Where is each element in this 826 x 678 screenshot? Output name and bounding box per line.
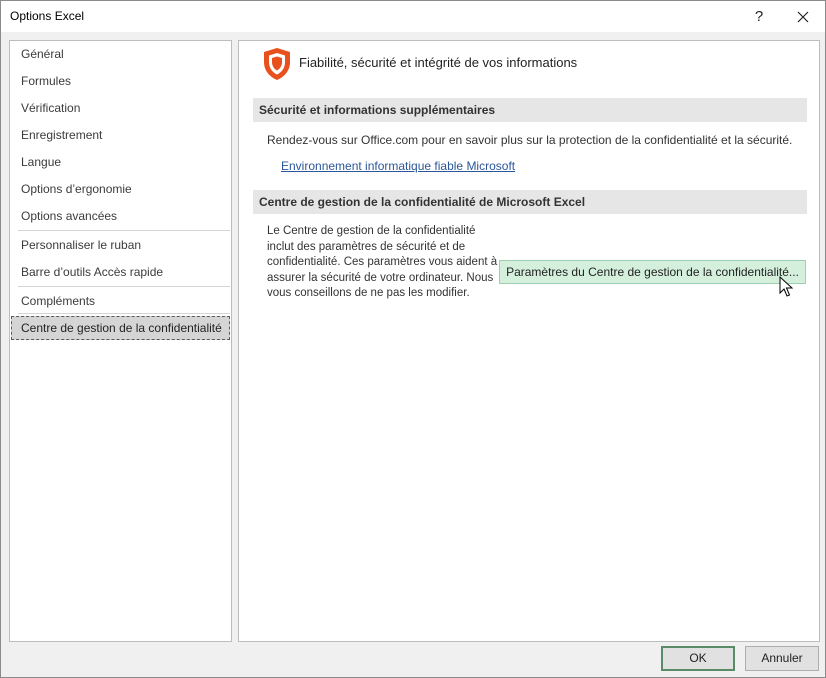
shield-icon — [264, 48, 290, 80]
cancel-button[interactable]: Annuler — [745, 646, 819, 671]
sidebar-item-general[interactable]: Général — [11, 42, 230, 66]
sidebar-item-save[interactable]: Enregistrement — [11, 123, 230, 147]
excel-options-dialog: Options Excel ? Général Formules Vérific… — [0, 0, 826, 678]
section-header-trust-center: Centre de gestion de la confidentialité … — [253, 190, 807, 214]
sidebar-item-ease-of-access[interactable]: Options d’ergonomie — [11, 177, 230, 201]
sidebar-divider — [18, 286, 230, 287]
page-title: Fiabilité, sécurité et intégrité de vos … — [299, 55, 578, 70]
title-bar: Options Excel ? — [1, 1, 825, 32]
sidebar-item-formulas[interactable]: Formules — [11, 69, 230, 93]
window-title: Options Excel — [10, 9, 85, 23]
sidebar-item-advanced[interactable]: Options avancées — [11, 204, 230, 228]
security-info-text: Rendez-vous sur Office.com pour en savoi… — [267, 133, 793, 147]
trustworthy-computing-link[interactable]: Environnement informatique fiable Micros… — [281, 159, 515, 173]
help-button[interactable]: ? — [737, 1, 781, 32]
sidebar-item-quick-access-toolbar[interactable]: Barre d’outils Accès rapide — [11, 260, 230, 284]
sidebar-item-customize-ribbon[interactable]: Personnaliser le ruban — [11, 233, 230, 257]
close-icon — [797, 11, 809, 22]
sidebar-item-proofing[interactable]: Vérification — [11, 96, 230, 120]
trust-center-description: Le Centre de gestion de la confidentiali… — [267, 225, 498, 299]
trust-center-settings-button[interactable]: Paramètres du Centre de gestion de la co… — [499, 260, 806, 284]
mouse-pointer-icon — [779, 276, 794, 297]
sidebar-item-language[interactable]: Langue — [11, 150, 230, 174]
help-icon: ? — [754, 8, 764, 25]
sidebar-item-trust-center[interactable]: Centre de gestion de la confidentialité — [11, 316, 230, 340]
section-header-security-info: Sécurité et informations supplémentaires — [253, 98, 807, 122]
main-panel: Fiabilité, sécurité et intégrité de vos … — [238, 40, 820, 642]
ok-button[interactable]: OK — [661, 646, 735, 671]
close-button[interactable] — [781, 1, 825, 32]
sidebar-divider — [18, 230, 230, 231]
sidebar-item-add-ins[interactable]: Compléments — [11, 289, 230, 313]
options-sidebar: Général Formules Vérification Enregistre… — [9, 40, 232, 642]
sidebar-divider — [18, 313, 230, 314]
